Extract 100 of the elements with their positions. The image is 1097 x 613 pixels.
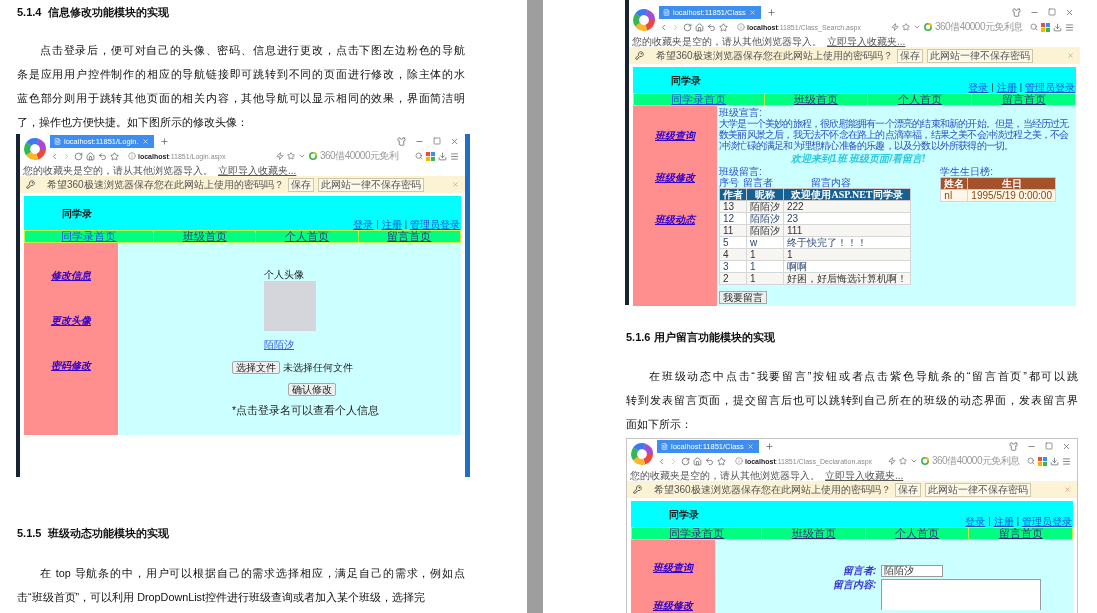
header-link[interactable]: 注册 <box>993 516 1014 527</box>
home-icon[interactable] <box>693 456 702 466</box>
nav-link[interactable]: 个人首页 <box>864 528 969 539</box>
password-option-button[interactable]: 保存 <box>287 177 314 192</box>
close-icon[interactable] <box>1065 7 1074 17</box>
forward-icon[interactable] <box>669 456 678 466</box>
maximize-icon[interactable] <box>1048 8 1056 16</box>
undo-icon[interactable] <box>98 151 107 161</box>
close-icon[interactable] <box>1067 52 1074 59</box>
home-icon[interactable] <box>695 22 704 32</box>
apps-grid-icon[interactable] <box>426 151 435 161</box>
forward-icon[interactable] <box>62 151 71 161</box>
download-icon[interactable] <box>1050 456 1059 466</box>
apps-grid-icon[interactable] <box>1041 22 1050 32</box>
close-tab-icon[interactable] <box>746 443 754 450</box>
bolt-icon[interactable] <box>891 23 899 31</box>
new-tab-icon[interactable] <box>159 136 169 146</box>
reload-icon[interactable] <box>683 22 692 32</box>
nav-link[interactable]: 班级首页 <box>152 231 256 242</box>
nav-link[interactable]: 同学录首页 <box>25 231 153 242</box>
nav-link[interactable]: 留言首页 <box>968 528 1072 539</box>
side-nav-link[interactable]: 班级修改 <box>655 172 695 183</box>
download-icon[interactable] <box>1053 22 1062 32</box>
nav-link[interactable]: 个人首页 <box>255 231 358 242</box>
download-icon[interactable] <box>438 151 447 161</box>
star-icon[interactable] <box>110 151 119 161</box>
close-tab-icon[interactable] <box>748 9 756 16</box>
side-nav-link[interactable]: 修改信息 <box>51 270 91 281</box>
leave-message-button[interactable]: 我要留言 <box>719 291 767 304</box>
message-textarea[interactable] <box>881 579 1042 610</box>
side-nav-link[interactable]: 密码修改 <box>51 360 91 371</box>
side-nav-link[interactable]: 更改头像 <box>51 315 91 326</box>
search-icon[interactable] <box>1030 23 1038 31</box>
menu-icon[interactable] <box>1062 456 1071 466</box>
password-option-button[interactable]: 此网站一律不保存密码 <box>317 177 424 192</box>
header-link[interactable]: 管理员登录 <box>410 219 460 230</box>
header-link[interactable]: 管理员登录 <box>1022 516 1072 527</box>
header-link[interactable]: 管理员登录 <box>1025 82 1075 93</box>
star-icon[interactable] <box>902 23 910 31</box>
confirm-button[interactable]: 确认修改 <box>288 383 336 396</box>
header-link[interactable]: 登录 <box>968 82 989 93</box>
close-icon[interactable] <box>1062 441 1071 451</box>
nav-link[interactable]: 班级首页 <box>763 94 868 105</box>
side-nav-link[interactable]: 班级修改 <box>653 600 693 611</box>
shirt-icon[interactable] <box>1012 7 1021 17</box>
maximize-icon[interactable] <box>433 137 441 145</box>
back-icon[interactable] <box>657 456 666 466</box>
search-field[interactable]: 360借40000元免利息 <box>935 21 1027 33</box>
nav-link[interactable]: 同学录首页 <box>634 94 764 105</box>
side-nav-link[interactable]: 班级动态 <box>655 214 695 225</box>
nav-link[interactable]: 留言首页 <box>971 94 1075 105</box>
header-link[interactable]: 注册 <box>996 82 1017 93</box>
password-option-button[interactable]: 保存 <box>896 48 923 63</box>
search-field[interactable]: 360借40000元免利 <box>320 150 412 162</box>
close-icon[interactable] <box>1064 486 1071 493</box>
browser-logo-icon[interactable] <box>631 443 653 465</box>
shirt-icon[interactable] <box>1009 441 1018 451</box>
search-icon[interactable] <box>415 152 423 160</box>
nav-link[interactable]: 班级首页 <box>761 528 865 539</box>
search-icon[interactable] <box>1027 457 1035 465</box>
chevron-down-icon[interactable] <box>910 457 918 465</box>
header-link[interactable]: 注册 <box>381 219 402 230</box>
close-icon[interactable] <box>452 181 459 188</box>
close-tab-icon[interactable] <box>141 138 149 145</box>
browser-logo-icon[interactable] <box>24 138 46 160</box>
password-option-button[interactable]: 此网站一律不保存密码 <box>926 48 1033 63</box>
bolt-icon[interactable] <box>276 152 284 160</box>
undo-icon[interactable] <box>705 456 714 466</box>
star-icon[interactable] <box>287 152 295 160</box>
password-option-button[interactable]: 保存 <box>894 482 921 497</box>
menu-icon[interactable] <box>1065 22 1074 32</box>
apps-grid-icon[interactable] <box>1038 456 1047 466</box>
import-bookmarks-link[interactable]: 立即导入收藏夹... <box>218 164 297 176</box>
home-icon[interactable] <box>86 151 95 161</box>
star-icon[interactable] <box>719 22 728 32</box>
choose-file-button[interactable]: 选择文件 <box>232 361 280 374</box>
back-icon[interactable] <box>659 22 668 32</box>
side-nav-link[interactable]: 班级查询 <box>655 130 695 141</box>
header-link[interactable]: 登录 <box>965 516 986 527</box>
author-input[interactable]: 陌陌汐 <box>881 565 944 577</box>
reload-icon[interactable] <box>681 456 690 466</box>
header-link[interactable]: 登录 <box>353 219 374 230</box>
undo-icon[interactable] <box>707 22 716 32</box>
nav-link[interactable]: 个人首页 <box>867 94 972 105</box>
maximize-icon[interactable] <box>1045 442 1053 450</box>
nav-link[interactable]: 留言首页 <box>357 231 460 242</box>
search-field[interactable]: 360借40000元免利息 <box>932 455 1024 467</box>
chevron-down-icon[interactable] <box>913 23 921 31</box>
menu-icon[interactable] <box>450 151 459 161</box>
new-tab-icon[interactable] <box>764 441 774 451</box>
browser-logo-icon[interactable] <box>633 9 655 31</box>
back-icon[interactable] <box>50 151 59 161</box>
shirt-icon[interactable] <box>397 136 406 146</box>
nav-link[interactable]: 同学录首页 <box>632 528 762 539</box>
username-link[interactable]: 陌陌汐 <box>264 339 294 351</box>
side-nav-link[interactable]: 班级查询 <box>653 562 693 573</box>
password-option-button[interactable]: 此网站一律不保存密码 <box>924 482 1031 497</box>
import-bookmarks-link[interactable]: 立即导入收藏夹... <box>827 35 906 47</box>
star-icon[interactable] <box>717 456 726 466</box>
bolt-icon[interactable] <box>888 457 896 465</box>
